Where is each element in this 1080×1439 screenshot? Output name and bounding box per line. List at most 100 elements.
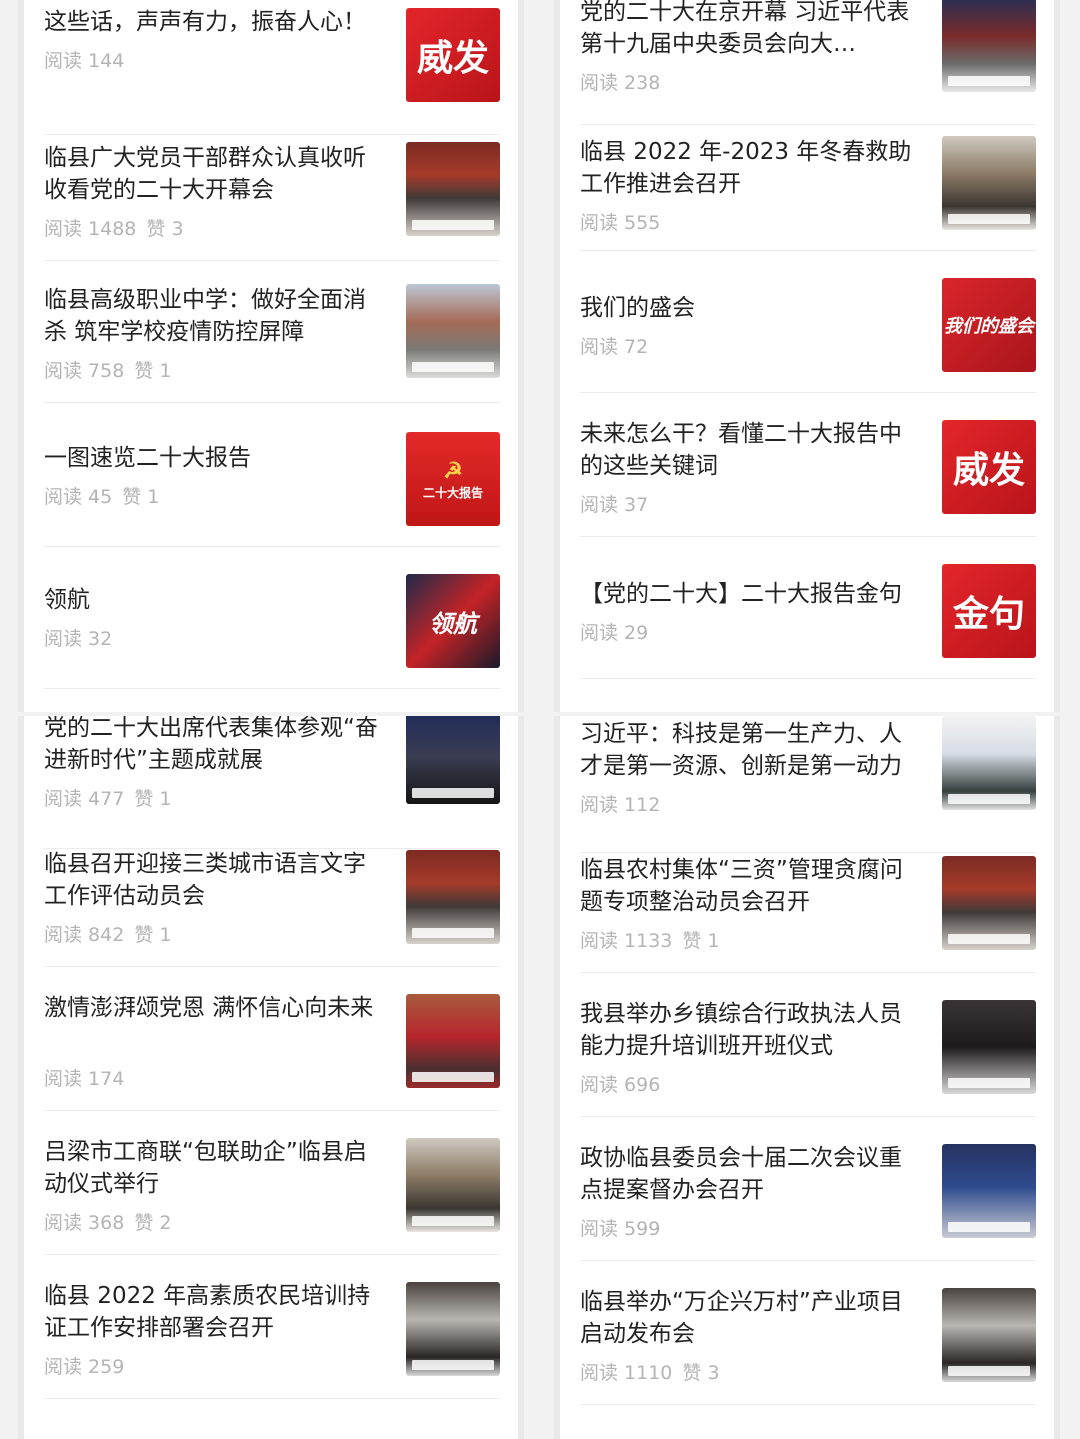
article-thumbnail[interactable] [406, 1138, 500, 1232]
article-meta: 阅读 37 [580, 490, 648, 517]
thumbnail-caption: 金句 [952, 593, 1025, 635]
article-title[interactable]: 临县 2022 年-2023 年冬春救助工作推进会召开 [580, 136, 924, 200]
article-thumbnail[interactable]: 我们的盛会 [942, 278, 1036, 372]
article-thumbnail[interactable] [942, 0, 1036, 92]
article-list-item[interactable]: 临县举办“万企兴万村”产业项目启动发布会阅读 1110 赞 3 [580, 1262, 1036, 1405]
article-list-panel-top-left: 这些话，声声有力，振奋人心！ 阅读 144 威发临县广大党员干部群众认真收听收看党的… [18, 0, 524, 712]
article-list-item[interactable]: 吕梁市工商联“包联助企”临县启动仪式举行阅读 368 赞 2 [44, 1112, 500, 1255]
thumbnail-banner [412, 788, 494, 798]
article-list-item[interactable]: 政协临县委员会十届二次会议重点提案督办会召开阅读 599 [580, 1118, 1036, 1261]
article-meta: 阅读 238 [580, 68, 660, 95]
article-title[interactable]: 政协临县委员会十届二次会议重点提案督办会召开 [580, 1142, 924, 1206]
article-title[interactable]: 一图速览二十大报告 [44, 442, 388, 474]
article-list-item[interactable]: 激情澎湃颂党恩 满怀信心向未来阅读 174 [44, 968, 500, 1111]
article-meta: 阅读 29 [580, 618, 648, 645]
article-list-item[interactable]: 临县 2022 年高素质农民培训持证工作安排部署会召开阅读 259 [44, 1256, 500, 1399]
read-count: 阅读 144 [44, 50, 125, 72]
like-count: 赞 1 [134, 924, 172, 946]
thumbnail-caption: 二十大报告 [422, 485, 483, 500]
article-title[interactable]: 未来怎么干？看懂二十大报告中的这些关键词 [580, 418, 924, 482]
article-list-item[interactable]: 临县广大党员干部群众认真收听收看党的二十大开幕会阅读 1488 赞 3 [44, 120, 500, 261]
read-count: 阅读 37 [580, 494, 649, 516]
article-thumbnail[interactable] [942, 136, 1036, 230]
thumbnail-banner [948, 1222, 1030, 1232]
read-count: 阅读 238 [580, 72, 661, 94]
article-thumbnail[interactable] [942, 1000, 1036, 1094]
article-list-item[interactable]: 我县举办乡镇综合行政执法人员能力提升培训班开班仪式阅读 696 [580, 974, 1036, 1117]
article-meta: 阅读 1110 赞 3 [580, 1358, 720, 1385]
article-title[interactable]: 激情澎湃颂党恩 满怀信心向未来 [44, 992, 388, 1024]
article-thumbnail[interactable] [942, 856, 1036, 950]
article-list-item[interactable]: 临县 2022 年-2023 年冬春救助工作推进会召开阅读 555 [580, 110, 1036, 251]
article-list-item[interactable]: 未来怎么干？看懂二十大报告中的这些关键词阅读 37 威发 [580, 396, 1036, 537]
article-meta: 阅读 144 [44, 46, 124, 73]
thumbnail-caption: 我们的盛会 [944, 316, 1034, 337]
article-title[interactable]: 我们的盛会 [580, 292, 924, 324]
article-list-item[interactable]: 这些话，声声有力，振奋人心！ 阅读 144 威发 [44, 0, 500, 135]
like-count: 赞 3 [146, 218, 184, 240]
article-list-item[interactable]: 【党的二十大】二十大报告金句阅读 29 金句 [580, 538, 1036, 679]
article-title[interactable]: 临县召开迎接三类城市语言文字工作评估动员会 [44, 848, 388, 912]
like-count: 赞 1 [134, 788, 172, 810]
article-meta: 阅读 174 [44, 1064, 124, 1091]
thumbnail-caption: 威发 [416, 37, 489, 79]
read-count: 阅读 696 [580, 1074, 661, 1096]
article-title[interactable]: 临县广大党员干部群众认真收听收看党的二十大开幕会 [44, 142, 388, 206]
article-list-item[interactable]: 临县高级职业中学：做好全面消杀 筑牢学校疫情防控屏障 阅读 758 赞 1 [44, 262, 500, 403]
article-thumbnail[interactable] [406, 994, 500, 1088]
article-title[interactable]: 党的二十大在京开幕 习近平代表第十九届中央委员会向大… [580, 0, 924, 60]
thumbnail-caption: 威发 [952, 449, 1025, 491]
article-thumbnail[interactable]: 威发 [406, 8, 500, 102]
article-meta: 阅读 32 [44, 624, 112, 651]
article-title[interactable]: 【党的二十大】二十大报告金句 [580, 578, 924, 610]
article-title[interactable]: 临县农村集体“三资”管理贪腐问题专项整治动员会召开 [580, 854, 924, 918]
read-count: 阅读 477 [44, 788, 125, 810]
article-title[interactable]: 这些话，声声有力，振奋人心！ [44, 6, 388, 38]
read-count: 阅读 555 [580, 212, 661, 234]
read-count: 阅读 72 [580, 336, 649, 358]
article-title[interactable]: 临县高级职业中学：做好全面消杀 筑牢学校疫情防控屏障 [44, 284, 388, 348]
article-thumbnail[interactable]: 金句 [942, 564, 1036, 658]
article-title[interactable]: 临县 2022 年高素质农民培训持证工作安排部署会召开 [44, 1280, 388, 1344]
article-list-panel-top-right: 党的二十大在京开幕 习近平代表第十九届中央委员会向大… 阅读 238 临县 2022… [554, 0, 1060, 712]
article-thumbnail[interactable] [942, 1288, 1036, 1382]
article-list-item[interactable]: 一图速览二十大报告 阅读 45 赞 1 ☭ 二十大报告 [44, 406, 500, 547]
read-count: 阅读 1488 [44, 218, 137, 240]
article-list-item[interactable]: 我们的盛会阅读 72 我们的盛会 [580, 252, 1036, 393]
thumbnail-banner [412, 1216, 494, 1226]
article-list-item[interactable]: 临县农村集体“三资”管理贪腐问题专项整治动员会召开 阅读 1133 赞 1 [580, 830, 1036, 973]
article-thumbnail[interactable]: 威发 [942, 420, 1036, 514]
article-thumbnail[interactable]: 领航 [406, 574, 500, 668]
article-title[interactable]: 党的二十大出席代表集体参观“奋进新时代”主题成就展 [44, 716, 388, 776]
read-count: 阅读 599 [580, 1218, 661, 1240]
party-emblem-icon: ☭ [443, 457, 463, 484]
article-thumbnail[interactable] [942, 716, 1036, 810]
article-meta: 阅读 368 赞 2 [44, 1208, 171, 1235]
like-count: 赞 1 [682, 930, 720, 952]
article-meta: 阅读 1488 赞 3 [44, 214, 184, 241]
read-count: 阅读 112 [580, 794, 661, 816]
article-thumbnail[interactable] [406, 1282, 500, 1376]
article-title[interactable]: 领航 [44, 584, 388, 616]
article-list-item[interactable]: 党的二十大在京开幕 习近平代表第十九届中央委员会向大… 阅读 238 [580, 0, 1036, 125]
article-list-item[interactable]: 临县召开迎接三类城市语言文字工作评估动员会阅读 842 赞 1 [44, 824, 500, 967]
article-meta: 阅读 259 [44, 1352, 124, 1379]
article-thumbnail[interactable] [406, 284, 500, 378]
article-title[interactable]: 临县举办“万企兴万村”产业项目启动发布会 [580, 1286, 924, 1350]
thumbnail-banner [412, 1360, 494, 1370]
article-thumbnail[interactable]: ☭ 二十大报告 [406, 432, 500, 526]
article-title[interactable]: 我县举办乡镇综合行政执法人员能力提升培训班开班仪式 [580, 998, 924, 1062]
article-title[interactable]: 习近平：科技是第一生产力、人才是第一资源、创新是第一动力 [580, 718, 924, 782]
article-thumbnail[interactable] [942, 1144, 1036, 1238]
read-count: 阅读 174 [44, 1068, 125, 1090]
thumbnail-banner [948, 934, 1030, 944]
article-thumbnail[interactable] [406, 850, 500, 944]
article-thumbnail[interactable] [406, 716, 500, 804]
like-count: 赞 3 [682, 1362, 720, 1384]
article-thumbnail[interactable] [406, 142, 500, 236]
article-meta: 阅读 842 赞 1 [44, 920, 171, 947]
article-meta: 阅读 599 [580, 1214, 660, 1241]
article-list-item[interactable]: 领航阅读 32 领航 [44, 548, 500, 689]
article-meta: 阅读 112 [580, 790, 660, 817]
article-title[interactable]: 吕梁市工商联“包联助企”临县启动仪式举行 [44, 1136, 388, 1200]
